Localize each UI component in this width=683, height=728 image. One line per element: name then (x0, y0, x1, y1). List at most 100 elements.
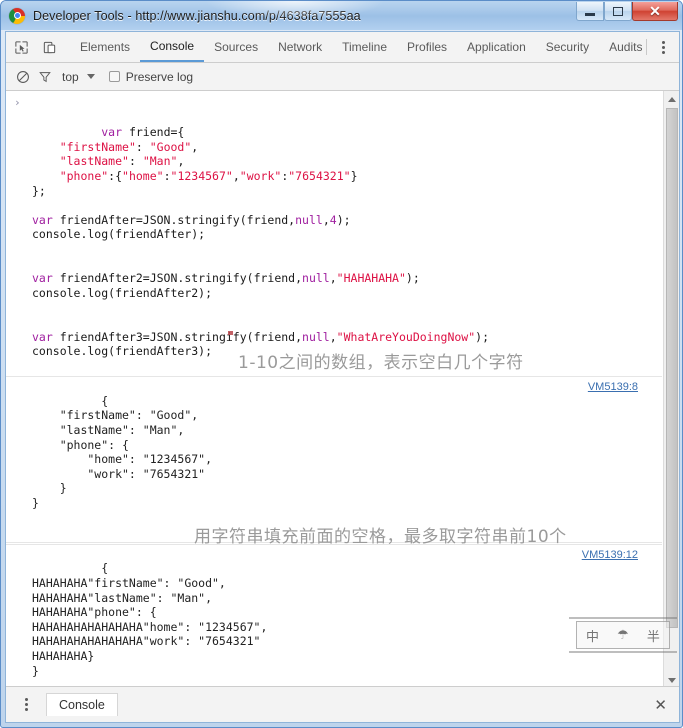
code-token: null (302, 271, 330, 286)
code-token: var (101, 125, 129, 140)
devtools-window: Developer Tools - http://www.jianshu.com… (0, 0, 683, 728)
ime-width-icon[interactable]: 半 (647, 626, 660, 645)
annotation-marker-dot (228, 331, 233, 335)
code-token: "lastName" (59, 154, 129, 169)
console-command-code: var friend={ "firstName": "Good", "lastN… (32, 125, 489, 358)
filter-funnel-icon[interactable] (34, 66, 56, 88)
tab-application[interactable]: Application (457, 32, 536, 62)
code-token: var (32, 212, 60, 227)
code-token: , (329, 271, 337, 286)
preserve-log-checkbox[interactable] (108, 71, 120, 82)
inspect-element-icon[interactable] (8, 34, 34, 60)
code-token: "phone" (59, 168, 109, 183)
tab-timeline[interactable]: Timeline (332, 32, 397, 62)
code-token: "firstName" (59, 139, 136, 154)
tab-elements[interactable]: Elements (70, 32, 140, 62)
ime-punctuation-icon[interactable]: ☂ (617, 628, 629, 643)
chevron-down-icon (668, 677, 676, 683)
console-message-area[interactable]: › var friend={ "firstName": "Good", "las… (6, 91, 679, 688)
code-token: null (302, 329, 330, 344)
code-token: console.log(friendAfter); (32, 227, 206, 242)
code-token: ); (336, 212, 351, 227)
tab-sources[interactable]: Sources (204, 32, 268, 62)
tab-audits[interactable]: Audits (599, 32, 642, 62)
code-token: , (329, 329, 337, 344)
panel-tabs: Elements Console Sources Network Timelin… (70, 32, 642, 62)
tab-profiles[interactable]: Profiles (397, 32, 457, 62)
drawer-close-icon[interactable]: ✕ (654, 696, 667, 714)
code-token: null (295, 212, 323, 227)
source-link[interactable]: VM5139:8 (588, 380, 638, 395)
code-token: , (191, 139, 199, 154)
code-token: "HAHAHAHA" (336, 271, 406, 286)
device-toolbar-glyph (43, 41, 55, 53)
code-token: }; (32, 183, 46, 198)
preserve-log-label: Preserve log (125, 69, 194, 84)
tab-security[interactable]: Security (536, 32, 599, 62)
code-token: "7654321" (288, 168, 351, 183)
tab-console[interactable]: Console (140, 32, 205, 62)
devtools-client-area: Elements Console Sources Network Timelin… (5, 31, 680, 723)
window-controls: ✕ (576, 2, 678, 21)
code-token: friendAfter=JSON.stringify(friend, (59, 212, 296, 227)
code-token: console.log(friendAfter2); (32, 285, 213, 300)
code-token: var (32, 271, 60, 286)
console-filter-bar: top Preserve log (6, 63, 679, 91)
console-output-text: { "firstName": "Good", "lastName": "Man"… (32, 393, 213, 511)
window-title: Developer Tools - http://www.jianshu.com… (33, 8, 361, 23)
code-token: "WhatAreYouDoingNow" (336, 329, 476, 344)
console-scrollbar[interactable] (663, 91, 679, 688)
code-token: : (163, 168, 171, 183)
minimize-icon (585, 12, 595, 16)
title-bar: Developer Tools - http://www.jianshu.com… (1, 1, 682, 30)
code-token: , (322, 212, 330, 227)
device-toolbar-icon[interactable] (36, 34, 62, 60)
ime-mode-label[interactable]: 中 (586, 626, 599, 645)
preserve-log-toggle[interactable]: Preserve log (108, 69, 194, 84)
code-token: friendAfter3=JSON.stringify(friend, (59, 329, 303, 344)
scrollbar-thumb[interactable] (666, 108, 678, 628)
drawer-more-icon[interactable] (14, 692, 38, 718)
tab-network[interactable]: Network (268, 32, 332, 62)
execution-context-label[interactable]: top (62, 70, 79, 84)
code-token: friend={ (128, 125, 185, 140)
more-options-icon[interactable] (651, 34, 675, 60)
ime-language-bar[interactable]: 中 ☂ 半 (569, 617, 677, 653)
code-token: ); (405, 271, 420, 286)
console-output-row: { "firstName": "Good", "lastName": "Man"… (6, 376, 662, 543)
source-link[interactable]: VM5139:12 (582, 548, 638, 563)
console-command-entry[interactable]: › var friend={ "firstName": "Good", "las… (6, 94, 662, 375)
kebab-dot (661, 50, 665, 54)
kebab-dot (24, 698, 28, 701)
code-token: friendAfter2=JSON.stringify(friend, (59, 271, 303, 286)
input-arrow-icon: › (14, 96, 21, 109)
chrome-logo-icon (9, 7, 25, 24)
code-token: "Man" (142, 154, 178, 169)
code-token: : (135, 139, 150, 154)
code-token: ); (475, 329, 490, 344)
scroll-up-button[interactable] (664, 91, 679, 107)
kebab-dot (24, 703, 28, 706)
maximize-button[interactable] (604, 2, 632, 21)
toolbar-divider (646, 39, 648, 55)
console-output-row: { HAHAHAHA"firstName": "Good", HAHAHAHA"… (6, 543, 662, 688)
clear-console-icon[interactable] (12, 66, 34, 88)
devtools-tabstrip: Elements Console Sources Network Timelin… (6, 32, 679, 63)
close-button[interactable]: ✕ (632, 2, 678, 21)
code-token: , (177, 154, 185, 169)
minimize-button[interactable] (576, 2, 604, 21)
chevron-down-icon[interactable] (86, 74, 95, 79)
code-token: } (350, 168, 358, 183)
code-token: "1234567" (170, 168, 233, 183)
code-token: : (128, 154, 143, 169)
drawer-tab-console[interactable]: Console (46, 693, 118, 716)
code-token: "work" (239, 168, 282, 183)
code-token: 4 (329, 212, 337, 227)
